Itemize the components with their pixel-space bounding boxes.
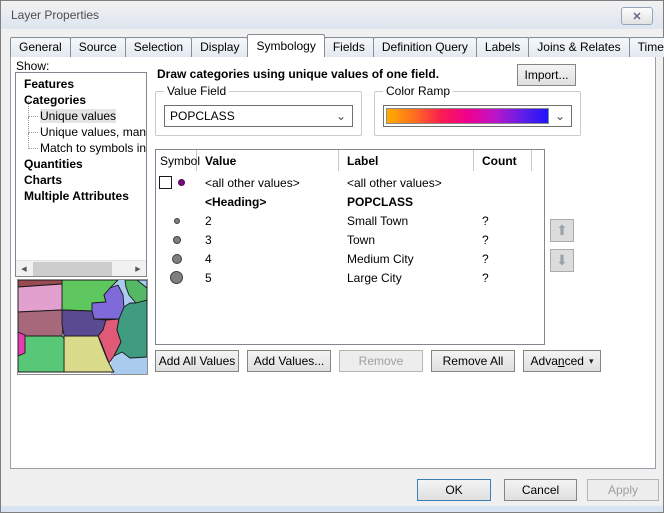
column-header-value[interactable]: Value [197,150,339,171]
color-ramp-combobox[interactable]: ⌄ [383,105,572,127]
column-header-symbol[interactable]: Symbol [156,150,197,171]
tab-labels[interactable]: Labels [476,37,529,57]
scroll-left-icon[interactable]: ◀ [16,261,32,276]
value-field-group: Value Field POPCLASS ⌄ [155,91,362,136]
scroll-right-icon[interactable]: ▶ [130,261,146,276]
color-ramp-swatch [386,108,549,124]
symbology-tab-page: Show: Features Categories Unique values … [10,56,656,469]
import-button[interactable]: Import... [517,64,576,86]
action-button-row: Add All Values Add Values... Remove Remo… [155,350,601,372]
tree-item-match-symbols[interactable]: Match to symbols in a [16,140,146,156]
color-ramp-label: Color Ramp [383,84,453,98]
value-field-label: Value Field [164,84,229,98]
remove-all-button[interactable]: Remove All [431,350,515,372]
state-region [18,284,62,312]
add-values-button[interactable]: Add Values... [247,350,331,372]
row-label: POPCLASS [339,195,474,209]
row-value: <all other values> [197,176,339,190]
apply-button[interactable]: Apply [587,479,659,501]
chevron-down-icon: ⌄ [330,109,352,123]
values-table: Symbol Value Label Count <all other valu… [155,149,545,345]
tab-symbology[interactable]: Symbology [247,34,324,57]
row-value: 2 [197,214,339,228]
tree-item-charts[interactable]: Charts [16,172,146,188]
table-row[interactable]: <all other values> <all other values> [156,173,544,192]
ok-button[interactable]: OK [417,479,491,501]
all-other-values-checkbox[interactable] [159,176,172,189]
state-region [18,332,25,356]
value-field-combobox[interactable]: POPCLASS ⌄ [164,105,353,127]
tab-joins-relates[interactable]: Joins & Relates [528,37,629,57]
table-row[interactable]: 3 Town ? [156,230,544,249]
row-value: 5 [197,271,339,285]
color-ramp-group: Color Ramp ⌄ [374,91,581,136]
table-header-row: Symbol Value Label Count [156,150,544,171]
row-label: Small Town [339,214,474,228]
row-label: Town [339,233,474,247]
chevron-down-icon: ⌄ [549,109,571,123]
add-all-values-button[interactable]: Add All Values [155,350,239,372]
down-arrow-icon: ⬇ [556,252,568,269]
tab-definition-query[interactable]: Definition Query [373,37,477,57]
up-arrow-icon: ⬆ [556,222,568,239]
tab-general[interactable]: General [10,37,71,57]
point-symbol-icon[interactable] [172,254,182,264]
show-tree: Features Categories Unique values Unique… [15,72,147,277]
caret-down-icon: ▾ [589,356,594,367]
row-value: 4 [197,252,339,266]
row-value: 3 [197,233,339,247]
tab-time[interactable]: Time [629,37,664,57]
tree-item-quantities[interactable]: Quantities [16,156,146,172]
row-value: <Heading> [197,195,339,209]
show-label: Show: [16,59,49,73]
row-label: Medium City [339,252,474,266]
table-row-heading[interactable]: <Heading> POPCLASS [156,192,544,211]
window-title: Layer Properties [11,8,99,22]
remove-button[interactable]: Remove [339,350,423,372]
column-header-label[interactable]: Label [339,150,474,171]
tab-fields[interactable]: Fields [324,37,374,57]
close-icon: ✕ [632,10,641,23]
tab-display[interactable]: Display [191,37,248,57]
tree-item-multiple-attributes[interactable]: Multiple Attributes [16,188,146,204]
row-count: ? [474,271,532,285]
table-row[interactable]: 2 Small Town ? [156,211,544,230]
move-up-button[interactable]: ⬆ [550,219,574,242]
scrollbar-thumb[interactable] [33,262,112,276]
close-button[interactable]: ✕ [621,7,653,25]
window-frame [1,506,663,512]
point-symbol-icon[interactable] [170,271,183,284]
column-header-count[interactable]: Count [474,150,532,171]
advanced-button[interactable]: Advanced ▾ [523,350,601,372]
point-symbol-icon[interactable] [178,179,185,186]
row-label: <all other values> [339,176,474,190]
row-label: Large City [339,271,474,285]
table-row[interactable]: 4 Medium City ? [156,249,544,268]
point-symbol-icon[interactable] [173,236,181,244]
move-down-button[interactable]: ⬇ [550,249,574,272]
titlebar[interactable]: Layer Properties ✕ [1,1,663,29]
tree-horizontal-scrollbar[interactable]: ◀ ▶ [16,260,146,276]
cancel-button[interactable]: Cancel [504,479,577,501]
tree-item-features[interactable]: Features [16,76,146,92]
tab-source[interactable]: Source [70,37,126,57]
row-count: ? [474,214,532,228]
value-field-value: POPCLASS [165,109,330,123]
table-row[interactable]: 5 Large City ? [156,268,544,287]
tab-selection[interactable]: Selection [125,37,192,57]
tabstrip: General Source Selection Display Symbolo… [10,35,664,57]
map-preview [18,280,147,374]
method-description: Draw categories using unique values of o… [157,67,509,81]
row-count: ? [474,233,532,247]
layer-properties-dialog: Layer Properties ✕ General Source Select… [0,0,664,513]
row-count: ? [474,252,532,266]
symbology-preview [17,279,148,375]
point-symbol-icon[interactable] [174,218,180,224]
state-region [18,310,64,337]
